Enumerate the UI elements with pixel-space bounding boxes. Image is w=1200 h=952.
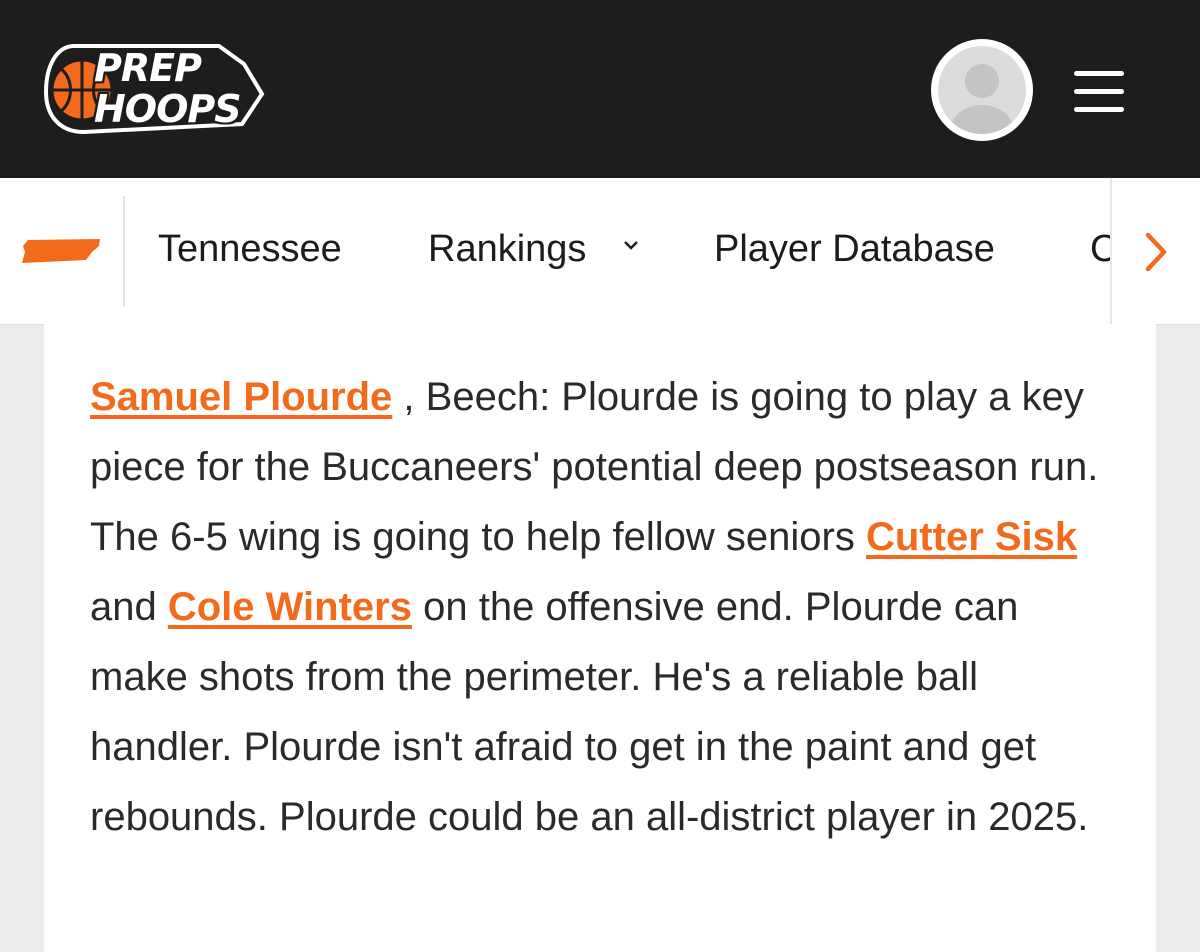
menu-bar: [1074, 71, 1124, 76]
site-header: PREP HOOPS: [0, 0, 1200, 178]
chevron-down-icon[interactable]: [622, 238, 640, 252]
article-card: Samuel Plourde , Beech: Plourde is going…: [44, 324, 1156, 952]
nav-item-rankings[interactable]: Rankings: [428, 226, 586, 272]
tennessee-state-icon[interactable]: [20, 238, 102, 264]
prep-hoops-logo[interactable]: PREP HOOPS: [43, 42, 266, 136]
logo-line-2: HOOPS: [94, 87, 242, 131]
section-nav: Tennessee Rankings Player Database C: [0, 178, 1200, 325]
menu-bar: [1074, 89, 1124, 94]
nav-item-player-database[interactable]: Player Database: [714, 226, 995, 272]
logo-wordmark: PREP HOOPS: [94, 48, 274, 130]
article-text: and: [90, 585, 168, 629]
logo-line-1: PREP: [94, 46, 202, 90]
chevron-right-icon: [1145, 232, 1167, 272]
nav-item-tennessee[interactable]: Tennessee: [158, 226, 342, 272]
article-paragraph: Samuel Plourde , Beech: Plourde is going…: [90, 362, 1120, 852]
nav-divider: [123, 196, 125, 306]
player-link-cole-winters[interactable]: Cole Winters: [168, 585, 412, 629]
nav-scroll-right-button[interactable]: [1110, 178, 1200, 324]
menu-bar: [1074, 107, 1124, 112]
hamburger-menu-icon[interactable]: [1066, 66, 1132, 116]
player-link-samuel-plourde[interactable]: Samuel Plourde: [90, 375, 392, 419]
player-link-cutter-sisk[interactable]: Cutter Sisk: [866, 515, 1077, 559]
user-avatar-icon[interactable]: [931, 39, 1033, 141]
